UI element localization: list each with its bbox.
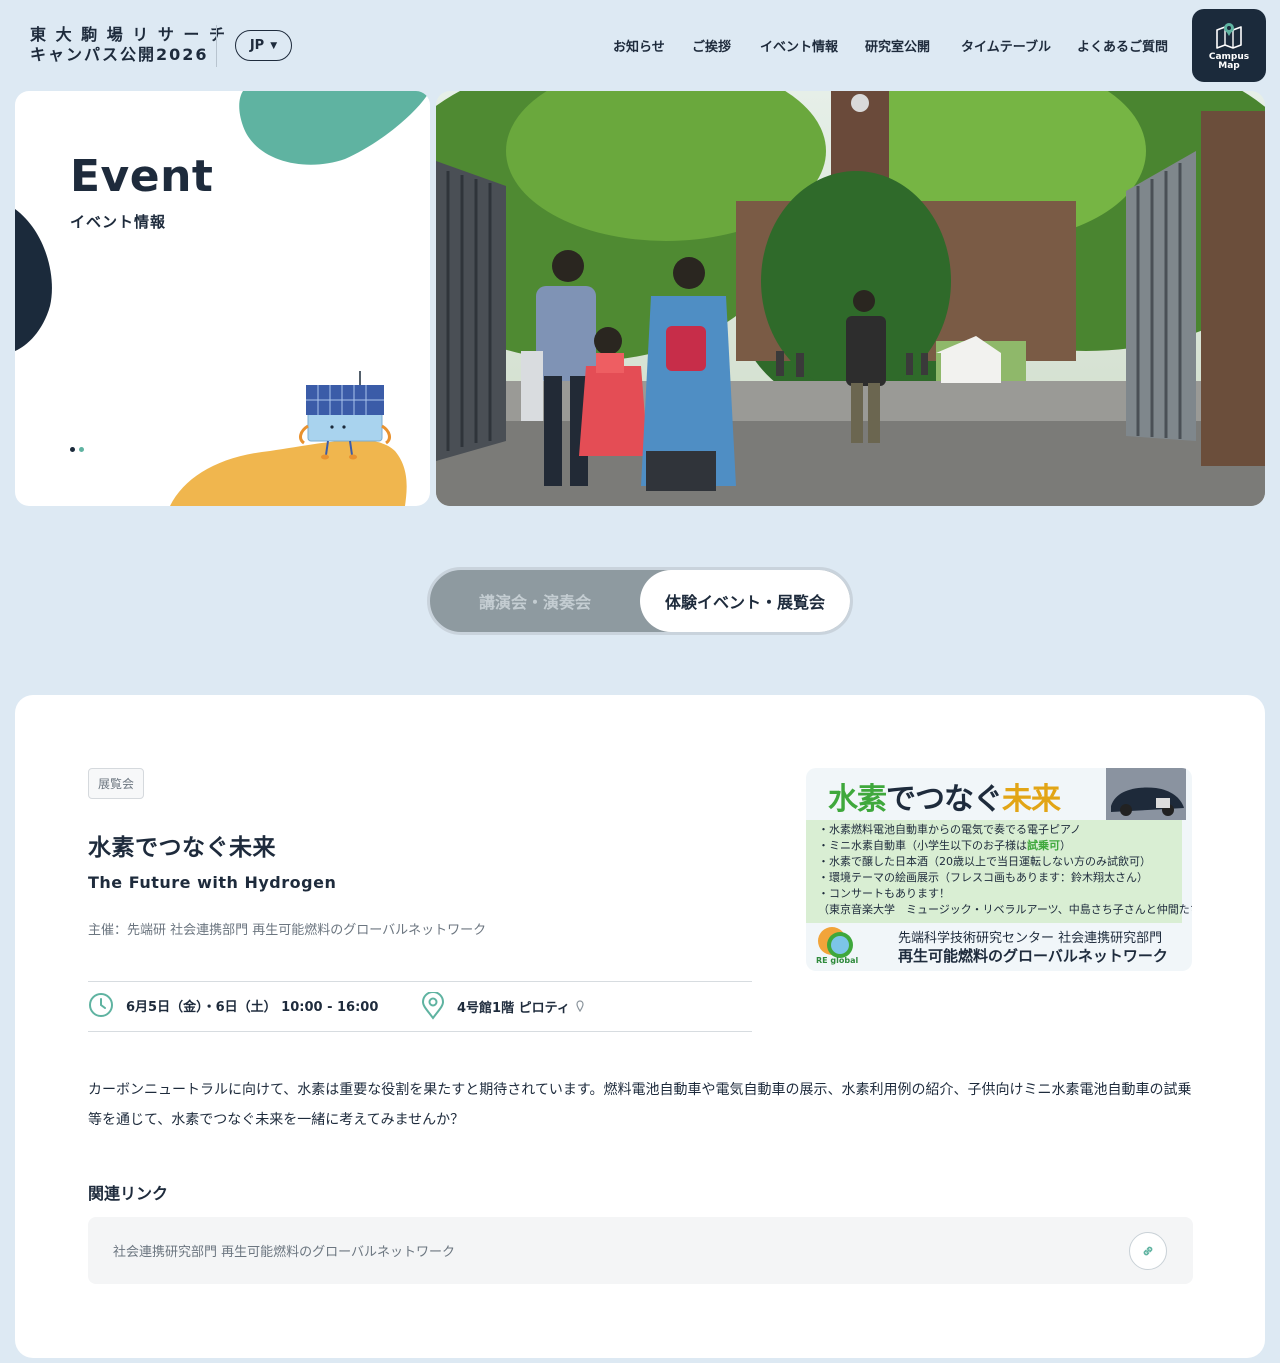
flyer-item: ・環境テーマの絵画展示（フレスコ画もあります：鈴木翔太さん） <box>818 871 1148 884</box>
carousel-dot-active[interactable] <box>70 447 75 452</box>
flyer-footer-2: 再生可能燃料のグローバルネットワーク <box>898 947 1168 965</box>
flyer-head-mid: でつなぐ <box>886 782 1003 817</box>
hero-subtitle: イベント情報 <box>70 213 167 231</box>
hero-campus-photo <box>436 91 1265 506</box>
carousel-dots <box>70 447 84 452</box>
tab-experience-exhibitions[interactable]: 体験イベント・展覧会 <box>640 570 850 632</box>
event-title: 水素でつなぐ未来 <box>88 835 276 861</box>
nav-item-greeting[interactable]: ご挨拶 <box>692 36 731 55</box>
event-category-switch: 講演会・演奏会 体験イベント・展覧会 <box>427 567 853 635</box>
event-organizer: 主催：先端研 社会連携部門 再生可能燃料のグローバルネットワーク <box>88 923 487 938</box>
flyer-item: （東京音楽大学 ミュージック・リベラルアーツ、中島さち子さんと仲間たち） <box>818 903 1192 916</box>
divider <box>216 25 217 67</box>
flyer-item: ・水素で醸した日本酒（20歳以上で当日運転しない方のみ試飲可） <box>818 855 1151 868</box>
tab-lectures-concerts[interactable]: 講演会・演奏会 <box>430 570 640 632</box>
related-link[interactable]: 社会連携研究部門 再生可能燃料のグローバルネットワーク <box>88 1217 1193 1284</box>
event-location-text: 4号館1階 ピロティ <box>457 1000 570 1016</box>
campus-map-button[interactable]: Campus Map <box>1192 9 1266 82</box>
related-links-heading: 関連リンク <box>88 1184 169 1203</box>
flyer-heading: 水素でつなぐ未来 <box>828 774 1061 818</box>
divider <box>88 981 752 982</box>
flyer-item-end: ） <box>1060 839 1071 852</box>
link-icon[interactable] <box>1129 1232 1167 1270</box>
campus-gate-photo-illustration <box>436 91 1265 506</box>
nav-item-events[interactable]: イベント情報 <box>760 36 838 55</box>
related-link-text: 社会連携研究部門 再生可能燃料のグローバルネットワーク <box>113 1245 456 1260</box>
language-select[interactable]: JP ▼ <box>235 30 292 61</box>
hero-title: Event <box>70 151 214 202</box>
map-icon <box>1216 23 1242 49</box>
site-title[interactable]: 東 大 駒 場 リ サ ー チ キャンパス公開2026 <box>30 25 227 65</box>
chain-link-icon <box>1143 1246 1153 1256</box>
flyer-item-text: ・ミニ水素自動車（小学生以下のお子様は <box>818 839 1027 852</box>
flyer-body: ・水素燃料電池自動車からの電気で奏でる電子ピアノ ・ミニ水素自動車（小学生以下の… <box>806 820 1192 923</box>
event-title-en: The Future with Hydrogen <box>88 873 337 892</box>
flyer-item: ・ミニ水素自動車（小学生以下のお子様は試乗可） <box>818 838 1192 854</box>
nav-item-news[interactable]: お知らせ <box>613 36 665 55</box>
site-title-line2: キャンパス公開2026 <box>30 45 209 64</box>
event-description: カーボンニュートラルに向けて、水素は重要な役割を果たすと期待されています。燃料電… <box>88 1082 1192 1128</box>
event-date: 6月5日（金）・6日（土） 10:00 - 16:00 <box>88 992 378 1018</box>
divider <box>88 1031 752 1032</box>
clock-icon <box>89 993 113 1017</box>
flyer-head-yellow: 未来 <box>1002 782 1061 817</box>
nav-item-faq[interactable]: よくあるご質問 <box>1077 36 1168 55</box>
flyer-footer-1: 先端科学技術研究センター 社会連携研究部門 <box>898 931 1163 946</box>
flyer-item: ・水素燃料電池自動車からの電気で奏でる電子ピアノ <box>818 823 1082 836</box>
language-value: JP <box>249 38 265 53</box>
site-header: 東 大 駒 場 リ サ ー チ キャンパス公開2026 JP ▼ お知らせ ご挨… <box>0 0 1280 90</box>
carousel-dot[interactable] <box>79 447 84 452</box>
event-date-text: 6月5日（金）・6日（土） 10:00 - 16:00 <box>126 999 379 1015</box>
caret-down-icon: ▼ <box>270 40 278 51</box>
map-label-2: Map <box>1218 61 1240 71</box>
flyer-item: ・コンサートもあります！ <box>818 887 950 900</box>
hero-title-card: Event イベント情報 <box>15 91 430 506</box>
flyer-head-green: 水素 <box>828 782 887 817</box>
event-location[interactable]: 4号館1階 ピロティ <box>421 992 584 1020</box>
car-photo <box>1106 768 1186 820</box>
nav-item-timetable[interactable]: タイムテーブル <box>961 36 1051 55</box>
solar-panel-mascot-illustration <box>299 371 391 460</box>
event-detail-card: 展覧会 水素でつなぐ未来 The Future with Hydrogen 主催… <box>15 695 1265 1358</box>
category-tag: 展覧会 <box>88 768 145 799</box>
site-title-line1: 東 大 駒 場 リ サ ー チ <box>30 25 227 44</box>
flyer-item-highlight: 試乗可 <box>1027 839 1060 852</box>
nav-item-labs[interactable]: 研究室公開 <box>865 36 930 55</box>
event-flyer-image: 水素でつなぐ未来 ・水素燃料電池自動車からの電気で奏でる電子ピアノ ・ミニ水素自… <box>806 768 1192 971</box>
location-pin-icon <box>421 992 445 1020</box>
map-pin-small-icon <box>576 1000 584 1012</box>
flyer-logo-text: RE global <box>816 956 859 965</box>
